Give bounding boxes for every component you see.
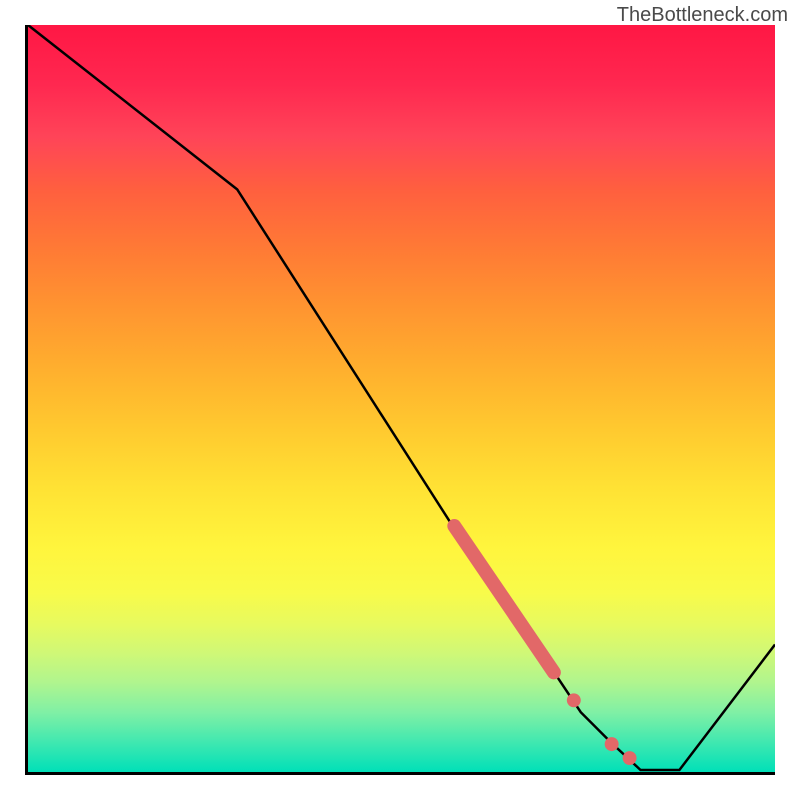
watermark-text: TheBottleneck.com bbox=[617, 4, 788, 27]
marker-dot-1 bbox=[567, 693, 581, 707]
highlight-segment-line bbox=[454, 526, 554, 672]
chart-svg bbox=[28, 25, 775, 772]
bottleneck-curve-line bbox=[28, 25, 775, 770]
marker-dot-3 bbox=[623, 751, 637, 765]
marker-dot-2 bbox=[605, 737, 619, 751]
chart-container bbox=[25, 25, 775, 775]
